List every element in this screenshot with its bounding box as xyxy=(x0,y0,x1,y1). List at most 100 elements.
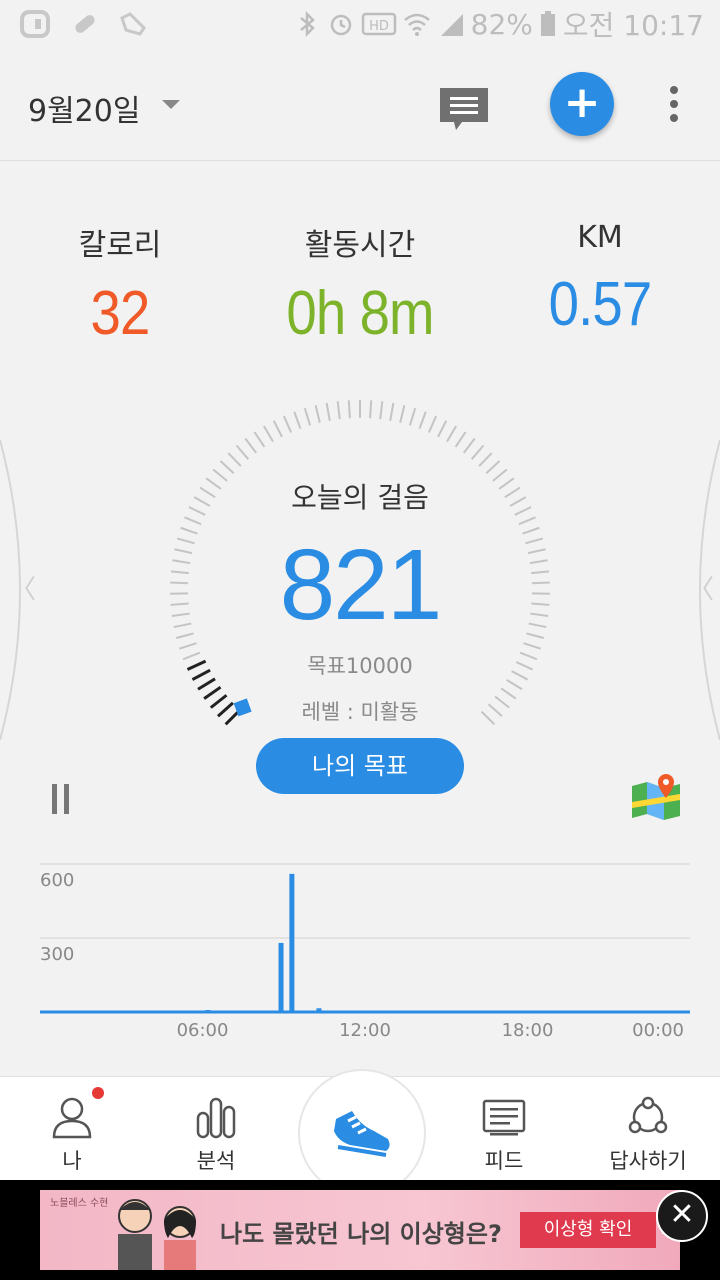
gauge-tick xyxy=(446,425,457,443)
signal-icon xyxy=(440,14,463,36)
ad-headline: 나도 몰랐던 나의 이상형은? xyxy=(220,1220,502,1248)
distance-label: KM xyxy=(577,220,623,255)
gauge-tick xyxy=(325,402,331,421)
svg-text:〈: 〈 xyxy=(10,575,36,605)
nav-feed[interactable]: 피드 xyxy=(432,1077,576,1181)
svg-text:HD: HD xyxy=(369,19,389,34)
gauge-tick xyxy=(527,548,546,555)
gauge-tick xyxy=(522,526,540,535)
nav-me[interactable]: 나 xyxy=(0,1077,144,1181)
gauge-tick xyxy=(519,651,538,661)
nav-explore-label: 답사하기 xyxy=(609,1149,687,1173)
nav-me-label: 나 xyxy=(62,1149,82,1173)
gauge-tick xyxy=(389,402,395,421)
chart-y-tick-label: 300 xyxy=(40,944,74,965)
gauge-tick-active xyxy=(197,677,216,691)
nav-analysis-label: 분석 xyxy=(196,1149,236,1173)
calories-stat: 칼로리 32 xyxy=(0,220,240,349)
hourly-steps-chart: 600 300 06:00 12:00 18:00 00:00 xyxy=(40,863,690,1040)
pill-icon xyxy=(75,15,95,33)
my-goal-button[interactable]: 나의 목표 xyxy=(256,738,464,794)
nav-walk[interactable] xyxy=(298,1069,426,1197)
gauge-tick xyxy=(171,612,190,618)
chart-bar xyxy=(316,1008,322,1012)
more-options-icon[interactable] xyxy=(660,86,688,126)
gauge-tick xyxy=(314,405,321,423)
gauge-tick xyxy=(172,559,191,565)
gauge-tick xyxy=(485,460,501,474)
gauge-tick xyxy=(170,602,189,606)
gauge-tick xyxy=(408,407,417,426)
app-notification-icon xyxy=(20,10,50,38)
battery-icon xyxy=(540,11,555,36)
gauge-tick xyxy=(336,401,341,420)
gauge-tick xyxy=(263,425,274,443)
pause-icon[interactable] xyxy=(52,784,78,816)
gauge-tick xyxy=(531,570,550,575)
gauge-tick xyxy=(303,407,312,426)
steps-count: 821 xyxy=(279,529,443,641)
hd-icon: HD xyxy=(361,12,396,36)
bottom-navigation: 나 분석 피드 답사하기 xyxy=(0,1069,720,1197)
gauge-tick xyxy=(530,612,549,618)
gauge-tick xyxy=(463,437,476,454)
calories-label: 칼로리 xyxy=(78,228,162,263)
ad-close-button[interactable]: ✕ xyxy=(656,1190,708,1242)
alarm-icon xyxy=(330,14,351,36)
share-circle-icon xyxy=(628,1096,668,1134)
chart-bar xyxy=(289,873,295,1012)
active-time-value: 0h 8m xyxy=(286,279,434,348)
gauge-tick xyxy=(293,411,302,429)
chart-y-tick-label: 600 xyxy=(40,870,74,891)
gauge-tick xyxy=(518,516,536,526)
gauge-tick xyxy=(418,411,427,429)
caret-down-icon[interactable] xyxy=(162,100,180,109)
gauge-tick xyxy=(176,537,195,545)
svg-text:〈: 〈 xyxy=(688,575,714,605)
previous-day-arrow[interactable]: 〈 xyxy=(0,440,40,740)
active-time-label: 활동시간 xyxy=(304,228,416,263)
person-icon xyxy=(52,1097,92,1139)
steps-goal: 목표10000 xyxy=(307,654,413,678)
date-selector[interactable]: 9월20일 xyxy=(28,86,140,130)
gauge-tick xyxy=(170,581,189,585)
nav-analysis[interactable]: 분석 xyxy=(144,1077,288,1181)
map-icon[interactable] xyxy=(630,772,682,822)
message-icon[interactable] xyxy=(440,88,488,132)
notification-badge xyxy=(92,1087,104,1099)
ad-couple-illustration xyxy=(118,1199,196,1270)
gauge-tick xyxy=(531,581,550,585)
app-header: 9월20일 + xyxy=(0,48,720,161)
nav-explore[interactable]: 답사하기 xyxy=(576,1077,720,1181)
gauge-tick xyxy=(531,602,550,606)
gauge-tick xyxy=(180,526,198,535)
add-button[interactable]: + xyxy=(550,72,614,136)
gauge-tick xyxy=(525,537,544,545)
gauge-tick xyxy=(379,401,384,420)
wifi-icon xyxy=(403,13,430,36)
shoe-icon xyxy=(334,1111,390,1157)
gauge-tick xyxy=(184,516,202,526)
gauge-tick xyxy=(175,632,194,639)
activity-level: 레벨 : 미활동 xyxy=(301,700,419,724)
distance-value: 0.57 xyxy=(548,270,653,339)
gauge-tick xyxy=(528,622,547,629)
chart-x-tick-label: 12:00 xyxy=(339,1020,391,1040)
gauge-tick xyxy=(227,452,242,467)
chart-x-tick-label: 00:00 xyxy=(632,1020,684,1040)
feed-icon xyxy=(482,1099,526,1136)
gauge-tick xyxy=(437,420,448,438)
next-day-arrow[interactable]: 〈 xyxy=(680,440,720,740)
gauge-tick xyxy=(253,431,266,448)
clock: 오전 10:17 xyxy=(562,9,704,42)
ad-banner[interactable]: 노블레스 수현 나도 몰랐던 나의 이상형은? 이상형 확인 xyxy=(40,1190,680,1270)
gauge-tick xyxy=(506,679,523,691)
steps-title: 오늘의 걸음 xyxy=(291,481,429,514)
bluetooth-icon xyxy=(299,10,315,38)
calories-value: 32 xyxy=(90,279,151,348)
gauge-tick xyxy=(523,642,542,650)
gauge-tick xyxy=(369,400,373,419)
gauge-tick xyxy=(470,444,485,460)
chart-bar xyxy=(278,942,284,1012)
ad-cta-button[interactable]: 이상형 확인 xyxy=(520,1212,656,1248)
